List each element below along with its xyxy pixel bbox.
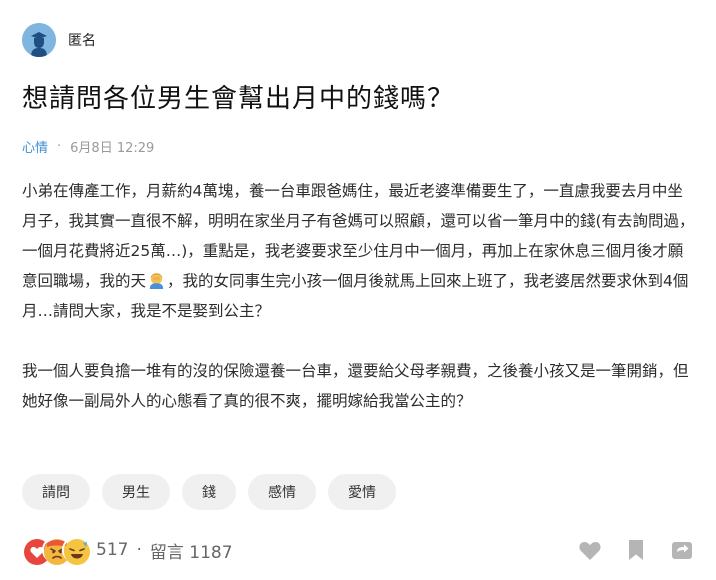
author-name[interactable]: 匿名: [68, 30, 96, 50]
count-separator: ·: [136, 540, 142, 560]
board-link[interactable]: 心情: [22, 137, 48, 156]
post-meta: 心情 · 6月8日 12:29: [22, 137, 154, 156]
tag-chip[interactable]: 感情: [248, 474, 316, 510]
bookmark-icon[interactable]: [624, 538, 648, 562]
laugh-reaction-icon: [62, 537, 90, 565]
post-actions: [556, 538, 694, 562]
author-bar: 匿名: [22, 22, 96, 58]
facepalm-emoji-icon: [149, 272, 164, 289]
tag-chip[interactable]: 愛情: [328, 474, 396, 510]
tag-chip[interactable]: 男生: [102, 474, 170, 510]
post-content: 小弟在傳產工作，月薪約4萬塊，養一台車跟爸媽住，最近老婆準備要生了，一直慮我要去…: [22, 176, 698, 416]
meta-separator: ·: [57, 139, 62, 154]
engagement-counts: 517 · 留言 1187: [96, 538, 233, 563]
share-icon[interactable]: [670, 538, 694, 562]
post-paragraph-2: 我一個人要負擔一堆有的沒的保險還養一台車，還要給父母孝親費，之後養小孩又是一筆開…: [22, 362, 689, 410]
reaction-count: 517: [96, 540, 129, 560]
post-footer: 517 · 留言 1187: [22, 535, 694, 565]
like-heart-icon[interactable]: [578, 538, 602, 562]
post-date: 6月8日 12:29: [70, 141, 155, 156]
tag-chip[interactable]: 請問: [22, 474, 90, 510]
post-paragraph-1: 小弟在傳產工作，月薪約4萬塊，養一台車跟爸媽住，最近老婆準備要生了，一直慮我要去…: [22, 176, 698, 326]
reaction-summary[interactable]: [22, 537, 90, 565]
tag-chip[interactable]: 錢: [182, 474, 236, 510]
post-title: 想請問各位男生會幫出月中的錢嗎？: [22, 84, 455, 114]
comment-count[interactable]: 留言 1187: [150, 538, 233, 563]
tag-list: 請問 男生 錢 感情 愛情: [22, 474, 408, 510]
anonymous-user-icon[interactable]: [22, 23, 56, 57]
